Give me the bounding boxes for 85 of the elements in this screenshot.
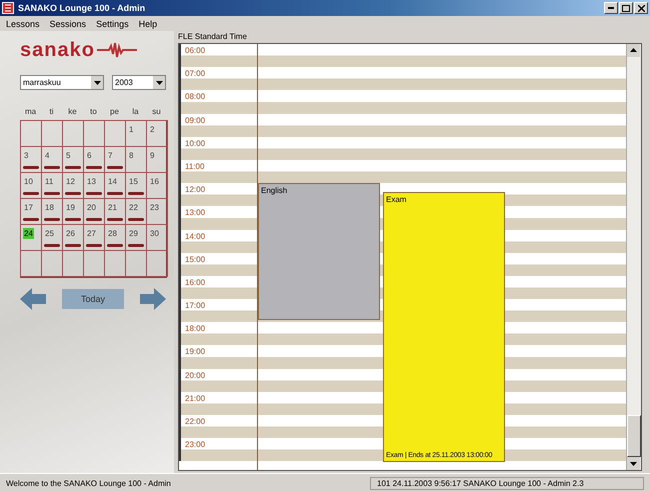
dropdown-arrow-icon (94, 80, 100, 84)
calendar-day[interactable]: 30 (149, 228, 160, 239)
time-label: 14:00 (185, 232, 206, 240)
calendar-day[interactable]: 7 (107, 150, 114, 161)
today-button[interactable]: Today (62, 289, 124, 309)
maximize-icon (622, 4, 630, 12)
left-arrow-icon[interactable] (20, 288, 46, 310)
calendar-day[interactable]: 19 (65, 202, 76, 213)
time-label: 22:00 (185, 417, 206, 426)
window-title: SANAKO Lounge 100 - Admin (18, 3, 146, 13)
calendar-day[interactable]: 21 (107, 202, 118, 213)
menu-item[interactable]: Sessions (50, 18, 86, 28)
time-label: 16:00 (185, 278, 206, 287)
time-label: 06:00 (185, 46, 206, 55)
right-arrow-icon[interactable] (140, 288, 166, 310)
time-label: 08:00 (185, 92, 206, 102)
minimize-button[interactable] (604, 2, 618, 14)
calendar-day[interactable]: 12 (65, 176, 76, 187)
time-label: 20:00 (185, 370, 206, 380)
weekday-label: ti (48, 106, 54, 116)
scrollbar-thumb[interactable] (627, 415, 641, 457)
close-icon (638, 4, 644, 12)
calendar-day[interactable]: 3 (23, 150, 30, 161)
calendar-day[interactable]: 11 (44, 176, 54, 187)
time-label: 23:00 (185, 440, 206, 450)
timezone-label: FLE Standard Time (178, 31, 248, 43)
calendar-day[interactable]: 6 (86, 150, 92, 161)
calendar-day[interactable]: 5 (65, 150, 72, 161)
year-dropdown[interactable]: 2003 (112, 75, 166, 90)
close-button[interactable] (634, 2, 648, 14)
calendar-day[interactable]: 20 (86, 202, 97, 213)
time-label: 09:00 (185, 116, 206, 125)
calendar-day[interactable]: 17 (23, 202, 34, 213)
time-label: 18:00 (185, 324, 206, 334)
calendar-day[interactable]: 24 (23, 228, 34, 239)
status-info: 101 24.11.2003 9:56:17 SANAKO Lounge 100 - Admin 2.3 (370, 476, 644, 490)
calendar-day[interactable]: 1 (128, 124, 134, 135)
event-title: Exam (386, 195, 408, 204)
calendar-day[interactable]: 23 (149, 202, 160, 213)
app-icon (2, 2, 14, 14)
weekday-label: su (151, 106, 162, 116)
calendar-day[interactable]: 28 (107, 228, 118, 239)
scroll-up-icon[interactable] (627, 44, 640, 57)
time-label: 11:00 (185, 162, 204, 171)
logo-text: sanako (20, 38, 95, 62)
time-label: 07:00 (185, 69, 206, 78)
maximize-button[interactable] (619, 2, 633, 14)
weekday-label: to (89, 106, 98, 116)
calendar-day[interactable]: 4 (44, 150, 50, 161)
time-label: 12:00 (185, 185, 206, 194)
calendar-day[interactable]: 10 (23, 176, 34, 187)
calendar-day[interactable]: 9 (149, 150, 156, 161)
scrollbar[interactable] (626, 44, 641, 470)
month-dropdown[interactable]: marraskuu (20, 75, 104, 90)
time-label: 19:00 (185, 347, 206, 356)
calendar-day[interactable]: 25 (44, 228, 55, 239)
calendar-day[interactable]: 8 (128, 150, 134, 161)
menu-item[interactable]: Lessons (6, 18, 40, 28)
status-text: Welcome to the SANAKO Lounge 100 - Admin (6, 478, 172, 488)
dropdown-arrow-icon (156, 80, 162, 84)
time-label: 15:00 (185, 254, 206, 264)
calendar-day[interactable]: 14 (107, 176, 118, 187)
calendar-day[interactable]: 29 (128, 228, 139, 239)
calendar-day[interactable]: 16 (149, 176, 160, 187)
calendar-day[interactable]: 27 (86, 228, 97, 239)
calendar-day[interactable]: 15 (128, 176, 139, 187)
time-label: 17:00 (185, 301, 206, 310)
weekday-label: ma (24, 106, 38, 116)
calendar-day[interactable]: 13 (86, 176, 97, 187)
menu-item[interactable]: Help (138, 18, 158, 28)
calendar-day[interactable]: 18 (44, 202, 55, 213)
weekday-label: pe (109, 106, 120, 116)
time-label: 21:00 (185, 394, 206, 403)
event-title: English (261, 186, 288, 196)
weekday-label: ke (67, 106, 78, 116)
time-label: 10:00 (185, 138, 206, 148)
time-label: 13:00 (185, 208, 206, 218)
menu-item[interactable]: Settings (96, 18, 129, 28)
scroll-down-icon[interactable] (627, 457, 640, 470)
minimize-icon (608, 7, 614, 9)
calendar-day[interactable]: 2 (149, 124, 156, 135)
calendar-day[interactable]: 26 (65, 228, 76, 239)
weekday-label: la (131, 106, 140, 116)
event-block[interactable]: English (258, 183, 380, 320)
calendar-day[interactable]: 22 (128, 202, 139, 213)
